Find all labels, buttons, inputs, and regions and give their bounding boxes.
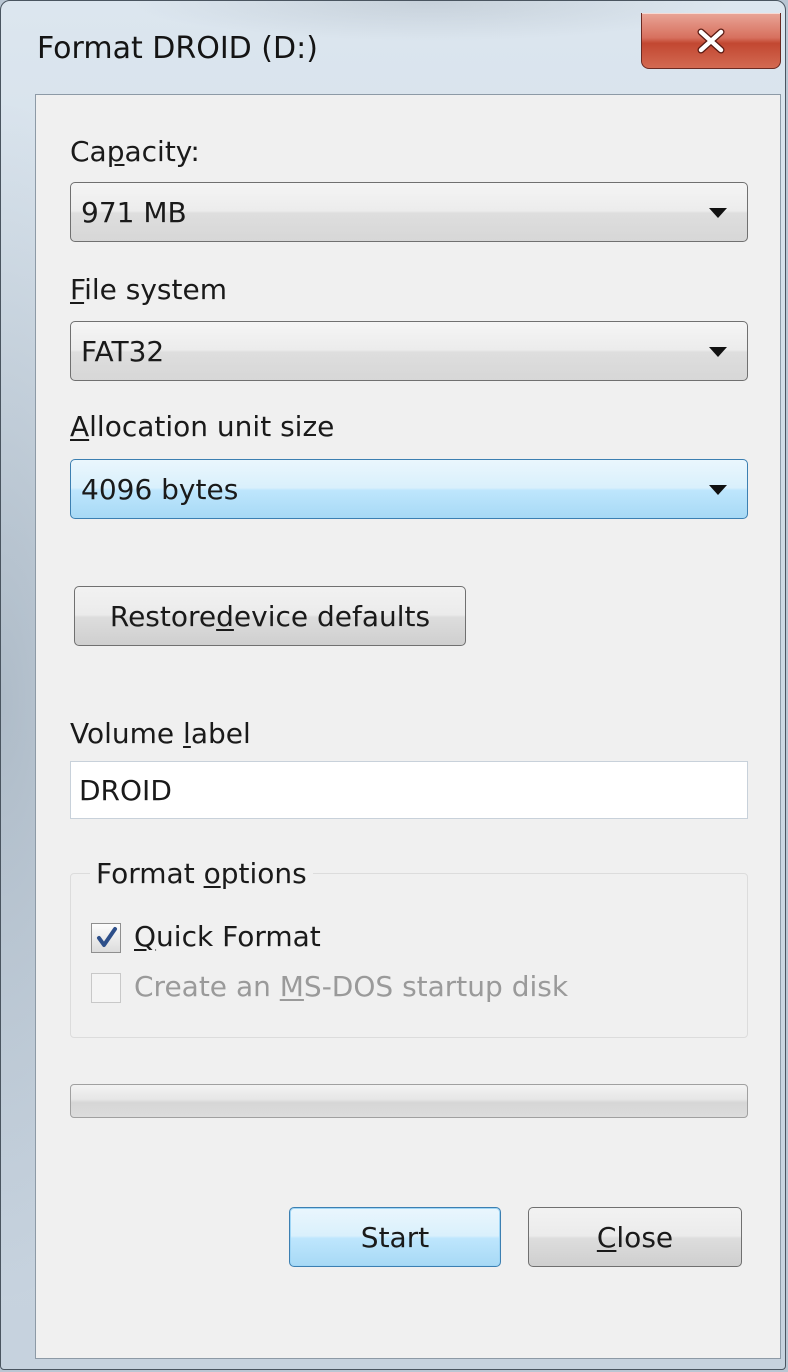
capacity-label: Capacity:: [70, 135, 200, 168]
quick-format-checkbox[interactable]: [91, 923, 121, 953]
capacity-dropdown[interactable]: 971 MB: [70, 182, 748, 242]
file-system-dropdown[interactable]: FAT32: [70, 321, 748, 381]
volume-label-input[interactable]: DROID: [70, 761, 748, 819]
format-progress-bar: [70, 1084, 748, 1118]
dropdown-arrow-icon: [709, 485, 727, 495]
capacity-value: 971 MB: [81, 196, 187, 229]
checkmark-icon: [97, 927, 117, 947]
quick-format-label[interactable]: Quick Format: [134, 920, 321, 953]
start-button[interactable]: Start: [289, 1207, 501, 1267]
volume-label-value: DROID: [79, 774, 172, 807]
msdos-startup-disk-label: Create an MS-DOS startup disk: [134, 970, 569, 1003]
msdos-startup-disk-checkbox: [91, 973, 121, 1003]
allocation-unit-size-dropdown[interactable]: 4096 bytes: [70, 459, 748, 519]
file-system-value: FAT32: [81, 335, 165, 368]
dropdown-arrow-icon: [709, 208, 727, 218]
volume-label-label: Volume label: [70, 717, 251, 750]
format-dialog-window: Format DROID (D:) Capacity: 971 MB File …: [0, 0, 786, 1370]
close-button[interactable]: Close: [528, 1207, 742, 1267]
format-options-group: [70, 873, 748, 1038]
dropdown-arrow-icon: [709, 347, 727, 357]
dialog-client-area: Capacity: 971 MB File system FAT32 Alloc…: [35, 94, 781, 1359]
restore-device-defaults-button[interactable]: Restore d evice defaults: [74, 586, 466, 646]
close-x-icon: [697, 28, 725, 53]
allocation-unit-size-label: Allocation unit size: [70, 410, 335, 443]
format-options-title: Format options: [90, 857, 313, 890]
window-close-button[interactable]: [641, 13, 781, 69]
window-title: Format DROID (D:): [37, 31, 318, 66]
file-system-label: File system: [70, 273, 227, 306]
allocation-unit-size-value: 4096 bytes: [81, 473, 239, 506]
